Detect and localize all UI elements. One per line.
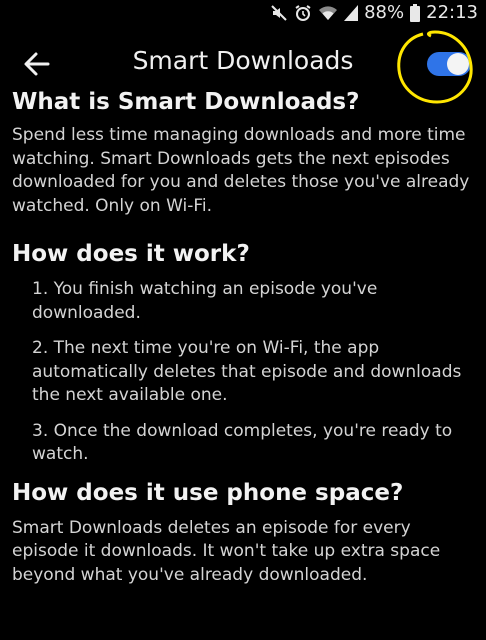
wifi-icon bbox=[319, 5, 338, 20]
toggle-thumb bbox=[447, 53, 469, 75]
alarm-icon bbox=[295, 4, 311, 21]
status-icons: 88% 22:13 bbox=[270, 2, 478, 23]
section-title-how: How does it work? bbox=[12, 241, 250, 267]
list-item: 1. You finish watching an episode you've… bbox=[32, 279, 378, 323]
main-content: What is Smart Downloads? Spend less time… bbox=[12, 89, 478, 587]
section-title-space: How does it use phone space? bbox=[12, 479, 404, 506]
page-title: Smart Downloads bbox=[132, 46, 354, 75]
steps-list: 1. You finish watching an episode you've… bbox=[12, 278, 478, 467]
status-bar: 88% 22:13 bbox=[0, 0, 486, 26]
signal-icon bbox=[344, 4, 359, 21]
battery-percent: 88% bbox=[364, 2, 405, 23]
list-item: 2. The next time you're on Wi-Fi, the ap… bbox=[32, 338, 462, 405]
list-item: 3. Once the download completes, you're r… bbox=[32, 420, 453, 465]
mute-icon bbox=[271, 4, 287, 21]
battery-icon bbox=[410, 3, 421, 22]
section-body-space: Smart Downloads deletes an episode for e… bbox=[12, 517, 441, 585]
section-title-what: What is Smart Downloads? bbox=[12, 89, 360, 115]
clock: 22:13 bbox=[426, 2, 478, 23]
smart-downloads-toggle[interactable] bbox=[427, 52, 471, 76]
section-body-what: Spend less time managing downloads and m… bbox=[12, 125, 470, 216]
